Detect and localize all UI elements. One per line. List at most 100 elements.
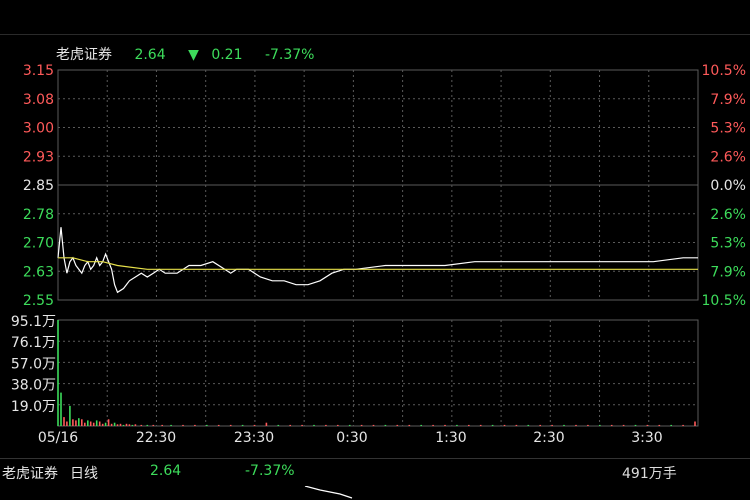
time-tick-label: 1:30 xyxy=(435,430,466,446)
bottom-quote-bar: 老虎证券 日线 2.64 -7.37% 491万手 xyxy=(0,458,750,485)
volume-bar xyxy=(539,424,541,426)
volume-bar xyxy=(491,424,494,426)
volume-bar xyxy=(119,423,122,426)
price-tick-label: 3.15 xyxy=(23,63,54,79)
intraday-chart[interactable]: 3.15 3.08 3.00 2.93 2.85 2.78 2.70 2.63 2.55 10.… xyxy=(0,0,750,458)
average-price-line xyxy=(58,257,698,270)
price-tick-label: 2.93 xyxy=(23,149,54,165)
volume-bar xyxy=(98,421,101,426)
time-tick-label: 23:30 xyxy=(234,430,274,446)
volume-bar xyxy=(72,419,74,426)
volume-axis: 95.1万 76.1万 57.0万 38.0万 19.0万 xyxy=(11,314,56,415)
volume-bar xyxy=(146,424,149,426)
volume-bar xyxy=(432,424,434,426)
footer-price: 2.64 xyxy=(150,463,182,479)
volume-bar xyxy=(694,421,696,426)
volume-bar xyxy=(229,424,232,426)
volume-bar xyxy=(110,423,113,426)
volume-bar xyxy=(241,424,244,426)
price-tick-label: 3.00 xyxy=(23,121,54,137)
volume-bar xyxy=(104,422,107,426)
price-axis: 3.15 3.08 3.00 2.93 2.85 2.78 2.70 2.63 2.55 xyxy=(23,63,54,309)
volume-bar xyxy=(113,422,116,426)
volume-bar xyxy=(503,424,506,426)
volume-bar xyxy=(63,417,65,426)
volume-bar xyxy=(337,424,339,426)
volume-bar xyxy=(182,424,184,426)
volume-bar xyxy=(575,424,577,426)
volume-bar xyxy=(95,420,98,426)
period-tab-daily[interactable]: 日线 xyxy=(70,463,98,483)
price-tick-label: 3.08 xyxy=(23,92,54,108)
volume-bar xyxy=(78,418,80,426)
volume-bar xyxy=(587,424,589,426)
volume-bar xyxy=(646,424,649,426)
volume-bar xyxy=(301,424,303,426)
volume-bar xyxy=(384,424,387,426)
volume-bar xyxy=(75,420,77,426)
daily-mini-chart xyxy=(304,486,353,499)
volume-bar xyxy=(622,424,625,426)
price-lines xyxy=(57,227,698,294)
volume-bar xyxy=(599,424,601,426)
volume-bar xyxy=(217,424,220,426)
volume-bar xyxy=(313,424,315,426)
footer-change-percent: -7.37% xyxy=(245,463,295,479)
volume-bar xyxy=(456,424,458,426)
volume-bar xyxy=(396,424,399,426)
volume-bar xyxy=(122,424,125,426)
volume-bar xyxy=(658,424,661,426)
percent-tick-label: 0.0% xyxy=(710,178,746,194)
volume-bar xyxy=(84,422,86,426)
volume-bar xyxy=(131,424,134,426)
volume-bar xyxy=(170,424,172,426)
percent-tick-label: 10.5% xyxy=(702,63,746,79)
volume-bar xyxy=(57,320,59,426)
volume-bar xyxy=(360,424,363,426)
percent-tick-label: 2.6% xyxy=(710,207,746,223)
percent-tick-label: 10.5% xyxy=(702,293,746,309)
volume-bar xyxy=(134,424,137,426)
volume-bar xyxy=(265,422,268,426)
price-line xyxy=(57,227,698,294)
time-axis: 05/16 22:30 23:30 0:30 1:30 2:30 3:30 xyxy=(38,430,663,446)
volume-bar xyxy=(152,424,155,426)
volume-bar xyxy=(325,424,327,426)
volume-bar xyxy=(89,421,92,426)
time-tick-label: 05/16 xyxy=(38,430,78,446)
volume-bar xyxy=(348,424,351,426)
footer-stock-name[interactable]: 老虎证券 xyxy=(2,463,58,483)
percent-tick-label: 5.3% xyxy=(710,236,746,252)
volume-bar xyxy=(479,424,482,426)
percent-tick-label: 2.6% xyxy=(710,149,746,165)
volume-panel-frame xyxy=(57,319,699,427)
volume-bar xyxy=(420,424,422,426)
volume-bar xyxy=(610,424,613,426)
volume-bar xyxy=(634,424,637,426)
volume-tick-label: 57.0万 xyxy=(11,356,56,372)
time-tick-label: 0:30 xyxy=(336,430,367,446)
volume-bar xyxy=(66,421,68,426)
volume-bar xyxy=(289,424,291,426)
volume-bar xyxy=(194,424,196,426)
volume-bar xyxy=(81,419,83,426)
percent-tick-label: 5.3% xyxy=(710,121,746,137)
volume-bar xyxy=(253,424,256,426)
volume-bar xyxy=(107,419,110,426)
volume-tick-label: 19.0万 xyxy=(11,399,56,415)
volume-bar xyxy=(92,422,95,426)
volume-bar xyxy=(444,424,446,426)
volume-bar xyxy=(551,424,553,426)
price-tick-label: 2.78 xyxy=(23,207,54,223)
volume-tick-label: 95.1万 xyxy=(11,314,56,330)
price-tick-label: 2.85 xyxy=(23,178,54,194)
volume-bar xyxy=(670,424,672,426)
time-tick-label: 2:30 xyxy=(533,430,564,446)
volume-tick-label: 76.1万 xyxy=(11,335,56,351)
volume-bar xyxy=(101,423,104,426)
volume-bar xyxy=(87,420,89,426)
volume-bar xyxy=(563,424,565,426)
volume-bar xyxy=(408,424,411,426)
price-tick-label: 2.70 xyxy=(23,236,54,252)
volume-bar xyxy=(206,424,208,426)
